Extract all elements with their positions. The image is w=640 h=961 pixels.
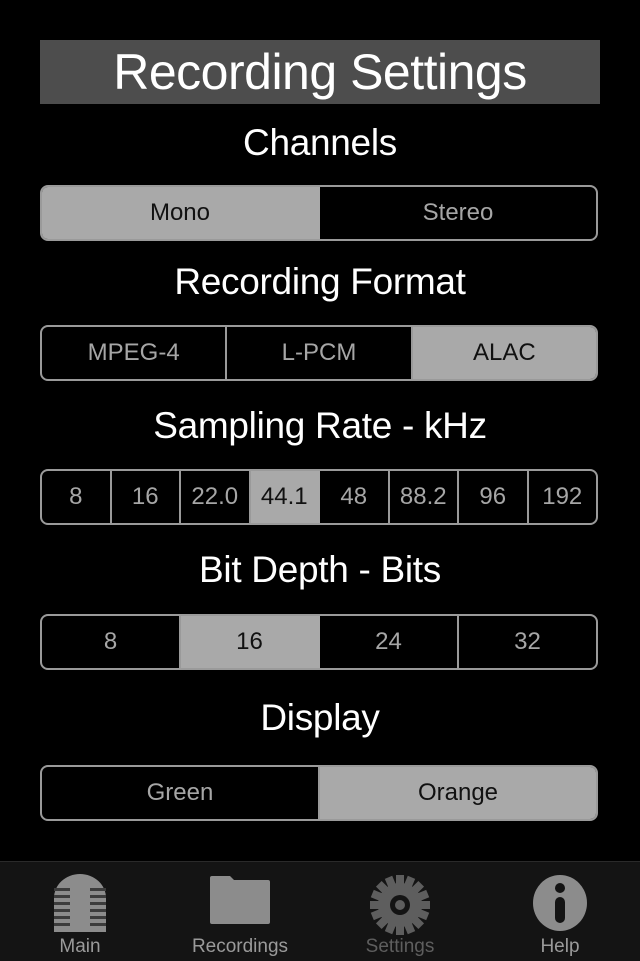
bit-depth-option[interactable]: 16: [179, 616, 318, 668]
tab-label: Main: [59, 936, 101, 957]
recording-format-label: Recording Format: [174, 261, 466, 302]
format-option-lpcm[interactable]: L-PCM: [225, 327, 410, 379]
channels-label: Channels: [243, 122, 397, 163]
format-option-alac[interactable]: ALAC: [410, 327, 596, 379]
format-option-mpeg4[interactable]: MPEG-4: [42, 327, 225, 379]
tab-help[interactable]: Help: [480, 862, 640, 961]
gear-icon: [369, 874, 431, 941]
channels-segmented-control: Mono Stereo: [40, 185, 598, 241]
sampling-rate-label: Sampling Rate - kHz: [153, 405, 487, 446]
sampling-rate-option[interactable]: 16: [109, 471, 180, 523]
sampling-rate-option[interactable]: 96: [457, 471, 527, 523]
tab-main[interactable]: Main: [0, 862, 160, 961]
display-segmented-control: Green Orange: [40, 765, 598, 821]
tab-recordings[interactable]: Recordings: [160, 862, 320, 961]
tab-label: Recordings: [191, 936, 289, 957]
sampling-rate-option[interactable]: 22.0: [179, 471, 249, 523]
bit-depth-option[interactable]: 32: [457, 616, 596, 668]
sampling-rate-segmented-control: 8 16 22.0 44.1 48 88.2 96 192: [40, 469, 598, 525]
tab-bar: Main Recordings Settings Help: [0, 861, 640, 961]
recording-format-segmented-control: MPEG-4 L-PCM ALAC: [40, 325, 598, 381]
bit-depth-segmented-control: 8 16 24 32: [40, 614, 598, 670]
tab-label: Help: [540, 936, 580, 957]
folder-icon: [208, 874, 272, 931]
title-bar: Recording Settings: [40, 40, 600, 104]
display-label: Display: [260, 697, 380, 738]
bit-depth-option[interactable]: 8: [42, 616, 179, 668]
info-icon: [531, 874, 589, 937]
channel-option-mono[interactable]: Mono: [42, 187, 318, 239]
display-option-green[interactable]: Green: [42, 767, 318, 819]
page-title: Recording Settings: [113, 44, 527, 100]
display-option-orange[interactable]: Orange: [318, 767, 596, 819]
sampling-rate-option[interactable]: 48: [318, 471, 388, 523]
microphone-icon: [52, 874, 108, 937]
sampling-rate-option[interactable]: 88.2: [387, 471, 458, 523]
bit-depth-option[interactable]: 24: [318, 616, 457, 668]
bit-depth-label: Bit Depth - Bits: [199, 549, 441, 590]
sampling-rate-option[interactable]: 44.1: [248, 471, 318, 523]
sampling-rate-option[interactable]: 192: [526, 471, 597, 523]
channel-option-stereo[interactable]: Stereo: [318, 187, 596, 239]
sampling-rate-option[interactable]: 8: [42, 471, 110, 523]
tab-label: Settings: [365, 936, 435, 957]
tab-settings[interactable]: Settings: [320, 862, 480, 961]
